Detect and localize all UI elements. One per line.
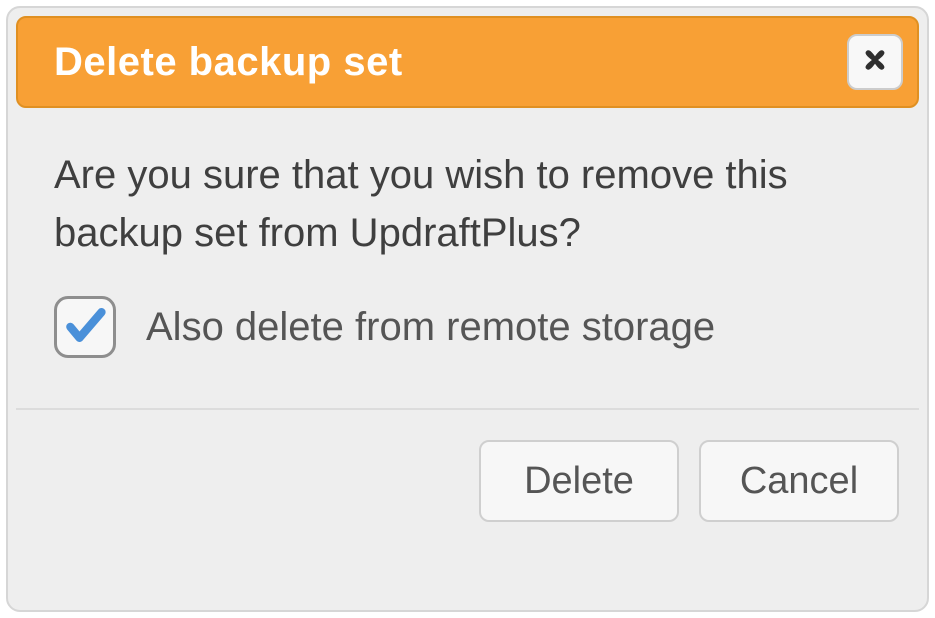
delete-backup-dialog: Delete backup set Are you sure that you …	[6, 6, 929, 612]
checkmark-icon	[63, 303, 107, 352]
dialog-title: Delete backup set	[54, 40, 403, 85]
dialog-body: Are you sure that you wish to remove thi…	[8, 116, 927, 408]
dialog-button-bar: Delete Cancel	[8, 410, 927, 522]
remote-storage-label[interactable]: Also delete from remote storage	[146, 305, 715, 350]
remote-storage-checkbox[interactable]	[54, 296, 116, 358]
confirm-message: Are you sure that you wish to remove thi…	[54, 146, 887, 262]
dialog-titlebar: Delete backup set	[16, 16, 919, 108]
close-button[interactable]	[847, 34, 903, 90]
delete-button[interactable]: Delete	[479, 440, 679, 522]
close-icon	[860, 45, 890, 80]
cancel-button[interactable]: Cancel	[699, 440, 899, 522]
remote-storage-option: Also delete from remote storage	[54, 296, 887, 358]
